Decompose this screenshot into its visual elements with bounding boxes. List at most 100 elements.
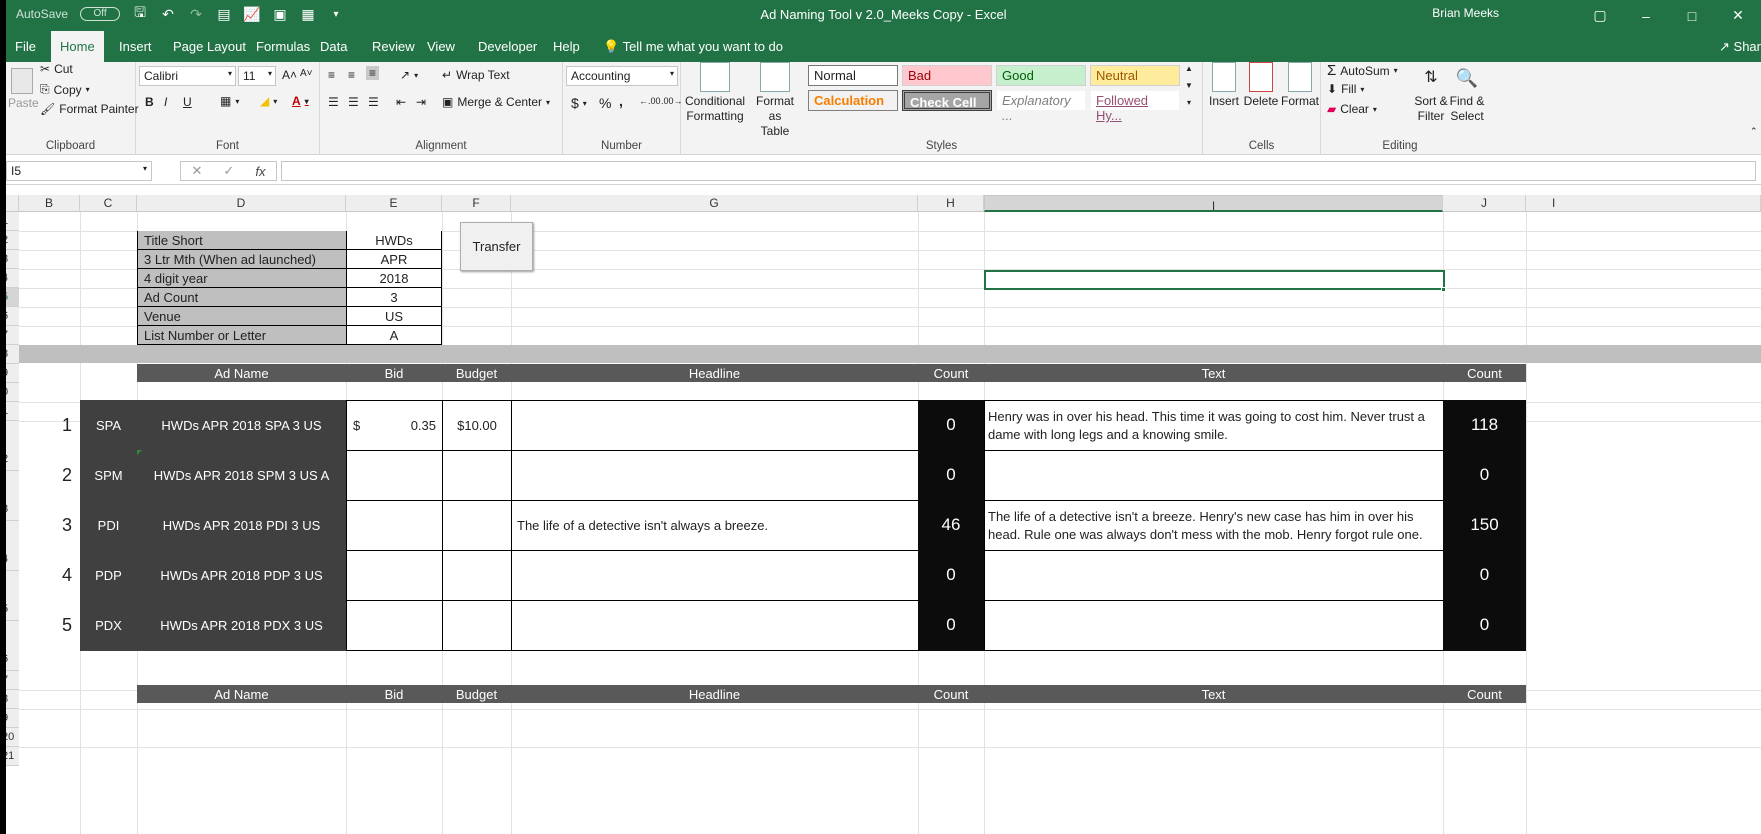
ad-bid[interactable] <box>346 600 443 651</box>
align-right-icon[interactable]: ☰ <box>368 95 379 109</box>
align-left-icon[interactable]: ☰ <box>328 95 339 109</box>
format-painter-button[interactable]: 🖌 Format Painter <box>40 102 139 116</box>
row-header[interactable]: 9 <box>6 709 19 728</box>
row-header[interactable]: 5 <box>6 571 19 621</box>
borders-icon[interactable]: ▦ ▾ <box>220 94 239 108</box>
row-header[interactable]: 2 <box>6 421 19 471</box>
ad-headline[interactable] <box>511 450 919 501</box>
tab-insert[interactable]: Insert <box>110 31 161 62</box>
style-bad[interactable]: Bad <box>902 65 992 86</box>
ad-text[interactable]: The life of a detective isn't a breeze. … <box>984 500 1444 551</box>
style-followed-hyperlink[interactable]: Followed Hy... <box>1090 90 1180 123</box>
worksheet-grid[interactable]: B C D E F G H I J I 1 2 3 4 5 6 7 8 9 0 … <box>6 195 1761 834</box>
fill-color-icon[interactable]: ◢ ▾ <box>260 94 277 108</box>
ad-name[interactable]: HWDs APR 2018 SPM 3 US A <box>137 450 346 500</box>
collapse-ribbon-icon[interactable]: ⌃ <box>1750 126 1758 137</box>
ad-budget[interactable] <box>442 600 512 651</box>
conditional-formatting-button[interactable]: Conditional Formatting <box>685 62 745 124</box>
format-cells-button[interactable]: Format <box>1281 62 1319 109</box>
style-normal[interactable]: Normal <box>808 65 898 86</box>
percent-button[interactable]: % <box>599 95 611 111</box>
ad-headline[interactable] <box>511 400 919 451</box>
tab-file[interactable]: File <box>6 31 45 62</box>
shrink-font-icon[interactable]: A˅ <box>300 68 313 79</box>
autosum-button[interactable]: Σ AutoSum ▾ <box>1327 62 1398 79</box>
ad-text[interactable] <box>984 450 1444 501</box>
row-header[interactable]: 4 <box>6 269 19 288</box>
currency-button[interactable]: $ ▾ <box>571 95 587 111</box>
row-header[interactable]: 8 <box>6 345 19 364</box>
ad-name[interactable]: HWDs APR 2018 SPA 3 US <box>137 400 346 450</box>
insert-function-button[interactable]: fx <box>255 164 265 179</box>
user-name[interactable]: Brian Meeks <box>1432 6 1499 20</box>
format-as-table-button[interactable]: Format as Table <box>749 62 801 139</box>
ad-headline[interactable] <box>511 600 919 651</box>
share-button[interactable]: ↗ Shar <box>1719 31 1761 62</box>
row-header[interactable]: 3 <box>6 471 19 521</box>
ad-name[interactable]: HWDs APR 2018 PDX 3 US <box>137 600 346 650</box>
insert-cells-button[interactable]: Insert <box>1207 62 1241 109</box>
clear-button[interactable]: ▰ Clear ▾ <box>1327 102 1377 116</box>
orientation-icon[interactable]: ↗ ▾ <box>400 68 418 82</box>
fill-handle[interactable] <box>1441 287 1446 292</box>
row-header[interactable]: 4 <box>6 521 19 571</box>
comma-button[interactable]: , <box>619 93 623 109</box>
selected-cell-i5[interactable] <box>984 270 1445 290</box>
column-header-h[interactable]: H <box>918 195 984 212</box>
row-header[interactable]: 1 <box>6 212 19 231</box>
find-select-button[interactable]: 🔍 Find & Select <box>1449 62 1485 124</box>
ad-headline[interactable] <box>511 550 919 601</box>
font-color-icon[interactable]: A ▾ <box>292 94 309 108</box>
tab-developer[interactable]: Developer <box>469 31 546 62</box>
close-icon[interactable]: ✕ <box>1715 0 1761 31</box>
ad-name[interactable]: HWDs APR 2018 PDP 3 US <box>137 550 346 600</box>
tab-data[interactable]: Data <box>311 31 356 62</box>
row-header[interactable]: 21 <box>6 747 19 766</box>
row-header[interactable]: 8 <box>6 690 19 709</box>
row-header[interactable]: 9 <box>6 364 19 383</box>
minimize-icon[interactable]: – <box>1623 0 1669 31</box>
row-header[interactable]: 7 <box>6 671 19 690</box>
setting-value[interactable]: 3 <box>346 288 442 307</box>
sort-filter-button[interactable]: ⇅ Sort & Filter <box>1413 62 1449 124</box>
paste-button[interactable]: Paste <box>8 68 39 111</box>
align-middle-icon[interactable]: ≡ <box>348 68 355 82</box>
row-header-selected[interactable]: 5 <box>6 288 19 307</box>
column-header-b[interactable]: B <box>19 195 80 212</box>
decrease-decimal-icon[interactable]: .00→ <box>661 96 683 106</box>
column-header-e[interactable]: E <box>346 195 442 212</box>
setting-value[interactable]: US <box>346 307 442 326</box>
name-box[interactable]: I5 ▾ <box>6 161 152 181</box>
ad-text[interactable]: Henry was in over his head. This time it… <box>984 400 1444 451</box>
maximize-icon[interactable]: □ <box>1669 0 1715 31</box>
underline-button[interactable]: U <box>183 95 192 109</box>
column-header-i[interactable]: I <box>984 195 1443 213</box>
ad-text[interactable] <box>984 550 1444 601</box>
row-header[interactable]: 20 <box>6 728 19 747</box>
style-good[interactable]: Good <box>996 65 1086 86</box>
wrap-text-button[interactable]: ↵ Wrap Text <box>442 68 510 82</box>
row-header[interactable]: 2 <box>6 231 19 250</box>
ad-bid[interactable] <box>346 450 443 501</box>
fill-button[interactable]: ⬇ Fill ▾ <box>1327 82 1364 96</box>
row-header[interactable]: 0 <box>6 383 19 402</box>
ad-budget[interactable] <box>442 550 512 601</box>
column-header-c[interactable]: C <box>80 195 137 212</box>
tab-help[interactable]: Help <box>544 31 589 62</box>
ad-budget[interactable] <box>442 500 512 551</box>
formula-input[interactable] <box>281 161 1756 181</box>
ad-budget[interactable] <box>442 450 512 501</box>
enter-icon[interactable]: ✓ <box>223 163 234 179</box>
font-name-select[interactable]: Calibri ▾ <box>139 66 236 86</box>
setting-value[interactable]: 2018 <box>346 269 442 288</box>
ad-budget[interactable]: $10.00 <box>442 400 512 451</box>
number-format-select[interactable]: Accounting ▾ <box>566 66 678 86</box>
increase-indent-icon[interactable]: ⇥ <box>416 95 426 109</box>
align-bottom-icon[interactable]: ≡ <box>366 66 380 80</box>
grow-font-icon[interactable]: A˄ <box>282 68 297 82</box>
column-header-k[interactable]: I <box>1526 195 1761 212</box>
style-calculation[interactable]: Calculation <box>808 90 898 111</box>
row-header[interactable]: 3 <box>6 250 19 269</box>
column-header-f[interactable]: F <box>442 195 511 212</box>
tab-home[interactable]: Home <box>51 31 104 62</box>
